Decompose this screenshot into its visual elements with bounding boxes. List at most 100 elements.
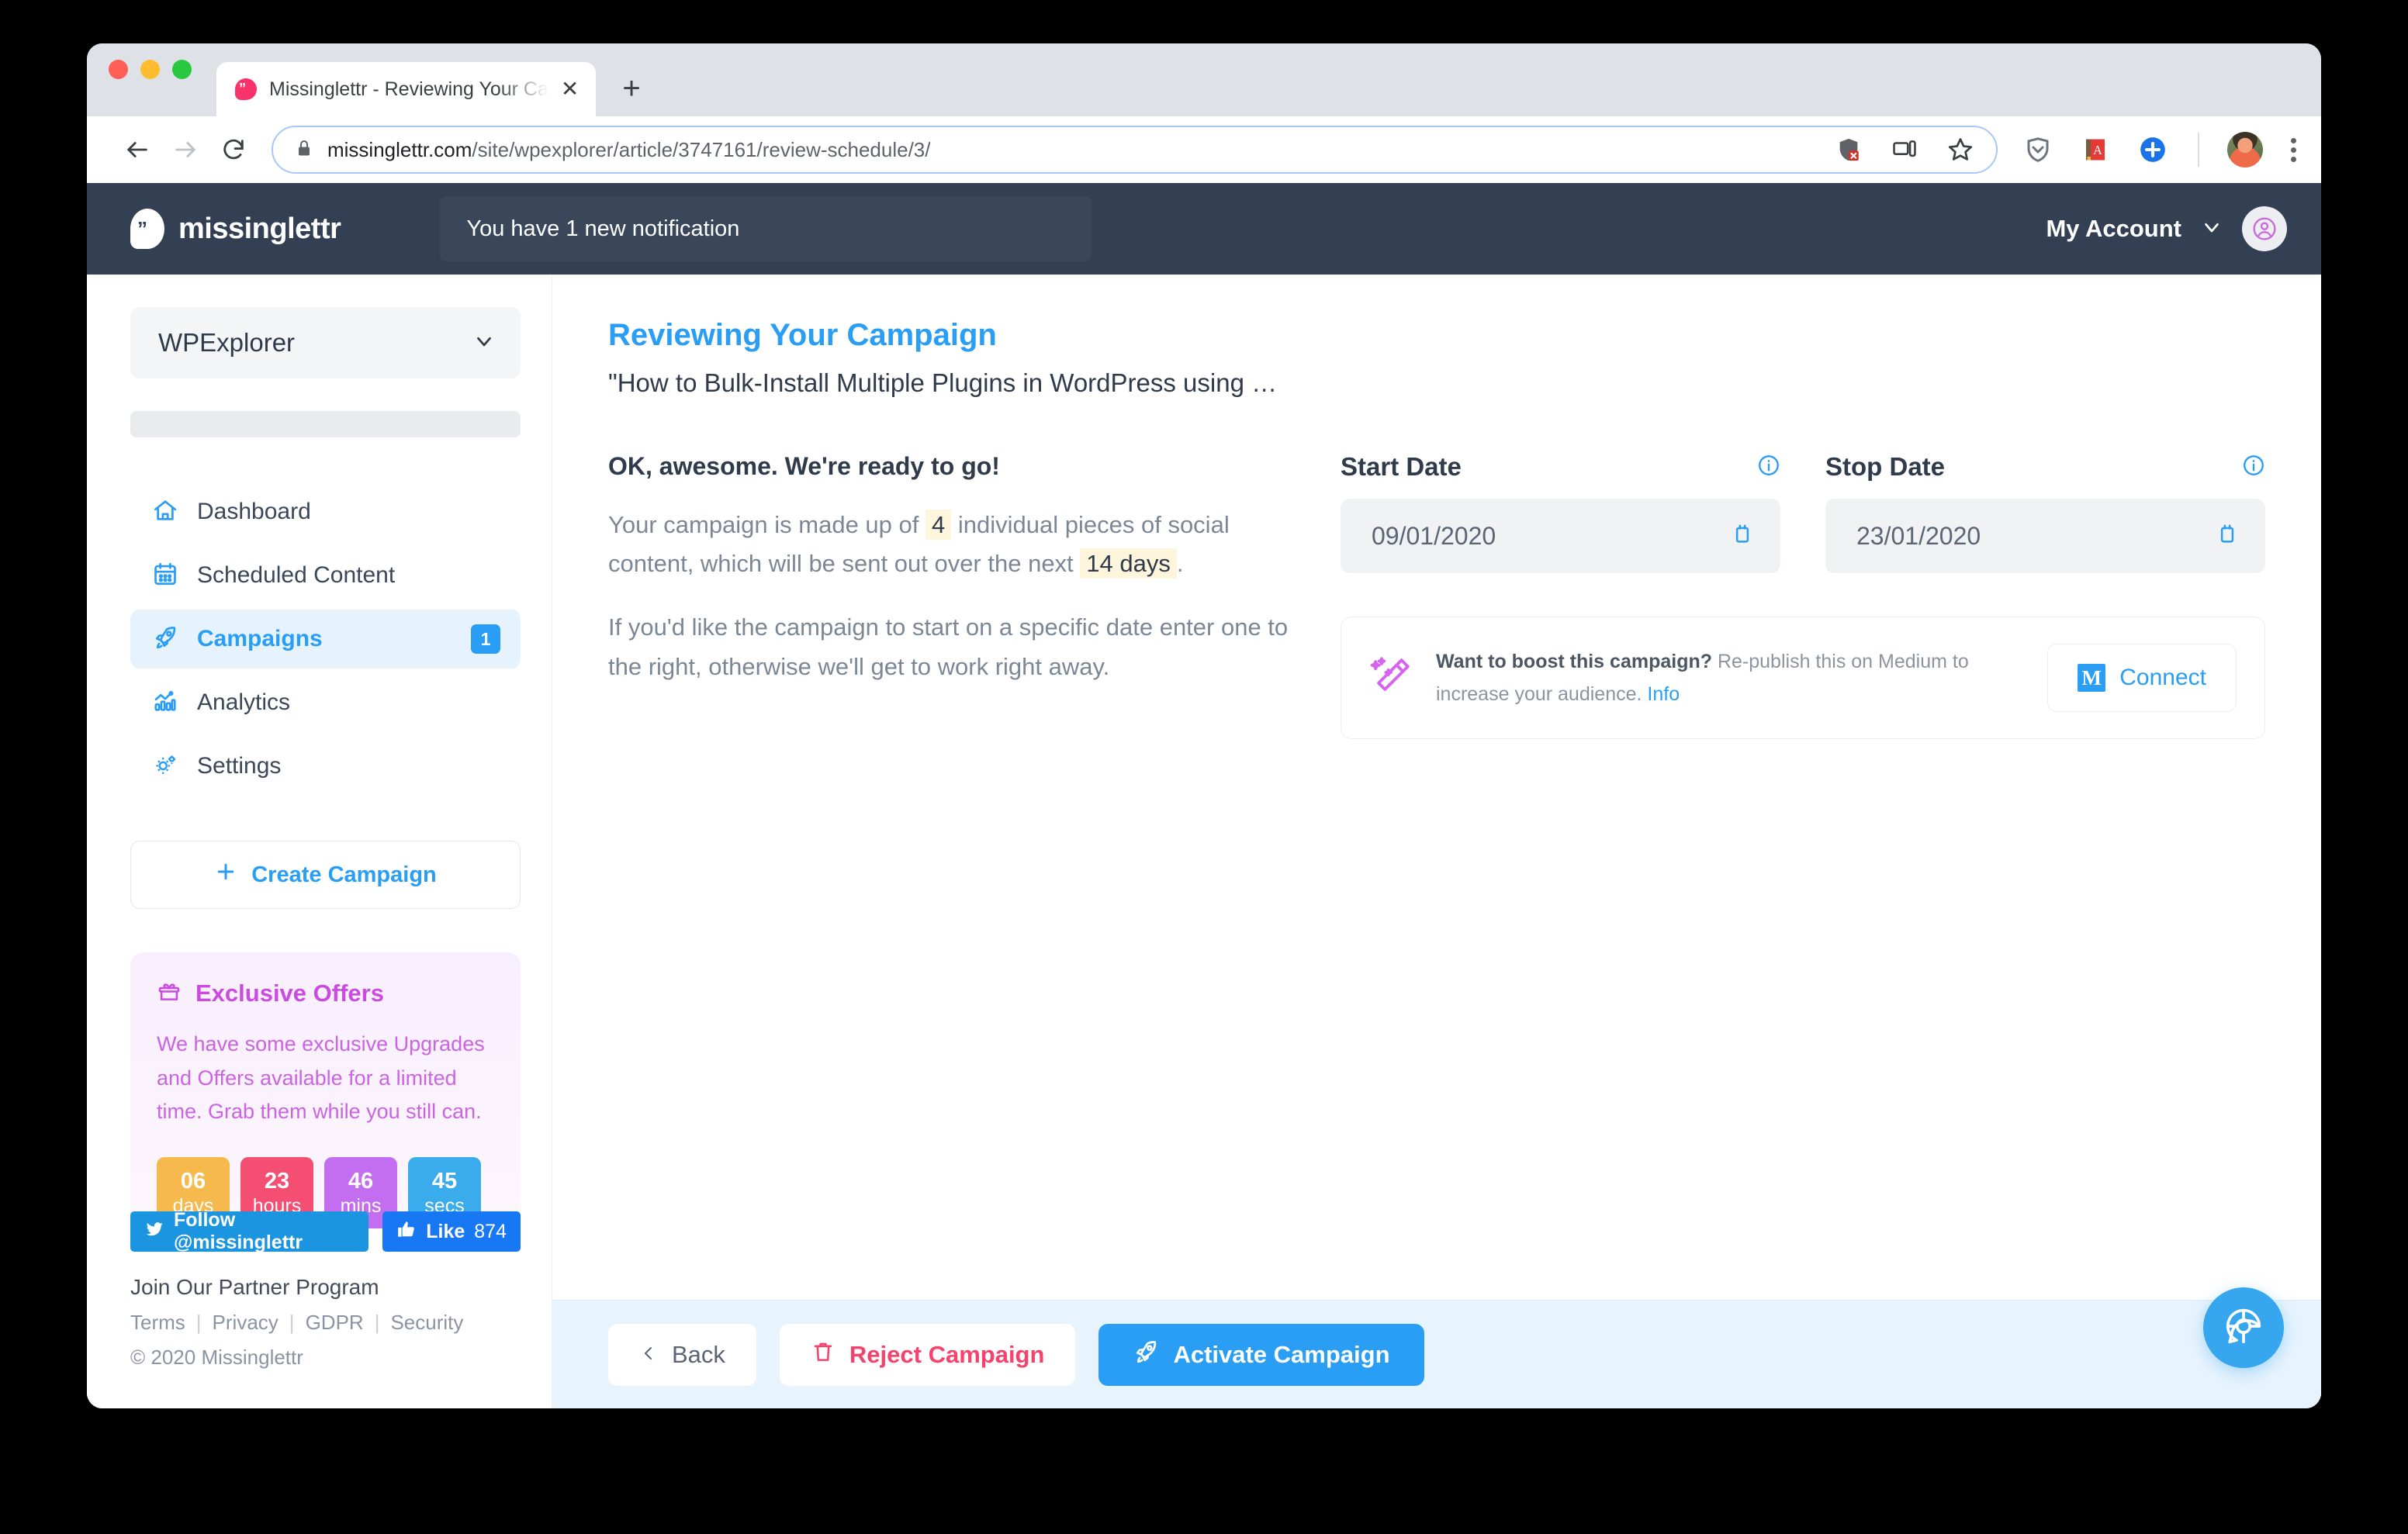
activate-campaign-button[interactable]: Activate Campaign: [1098, 1323, 1424, 1386]
profile-photo-avatar[interactable]: [2227, 132, 2263, 168]
calendar-icon[interactable]: [1731, 523, 1754, 550]
app-viewport: ” missinglettr You have 1 new notificati…: [87, 183, 2321, 1408]
sidebar-item-label: Dashboard: [197, 499, 311, 524]
shield-blocked-icon[interactable]: [1832, 133, 1866, 167]
lock-icon: [295, 138, 313, 162]
twitter-bird-icon: [144, 1219, 164, 1245]
sidebar-item-scheduled-content[interactable]: Scheduled Content: [130, 546, 521, 605]
cast-device-icon[interactable]: [1887, 133, 1922, 167]
content-left-column: OK, awesome. We're ready to go! Your cam…: [608, 452, 1291, 739]
plus-icon: [214, 860, 237, 890]
toolbar-divider: [2198, 133, 2199, 167]
boost-info-link[interactable]: Info: [1647, 683, 1680, 705]
app-body: WPExplorer Dashboard Scheduled Content C…: [87, 275, 2321, 1408]
avatar[interactable]: [2242, 206, 2287, 251]
url-domain: missinglettr.com: [327, 137, 472, 161]
legal-separator: |: [195, 1311, 202, 1335]
privacy-link[interactable]: Privacy: [213, 1311, 279, 1335]
close-tab-button[interactable]: ✕: [561, 78, 579, 100]
red-book-icon[interactable]: A: [2078, 133, 2112, 167]
countdown-value: 23: [264, 1169, 290, 1194]
pocket-shield-icon[interactable]: [2021, 133, 2055, 167]
sidebar: WPExplorer Dashboard Scheduled Content C…: [87, 275, 552, 1408]
campaigns-count-badge: 1: [471, 624, 500, 654]
legal-links: Terms | Privacy | GDPR | Security: [130, 1311, 521, 1335]
create-campaign-button[interactable]: Create Campaign: [130, 841, 521, 909]
info-circle-icon[interactable]: [2242, 454, 2265, 481]
medium-connect-button[interactable]: M Connect: [2047, 644, 2237, 712]
browser-tab[interactable]: ” Missinglettr - Reviewing Your Ca ✕: [216, 62, 597, 116]
stop-date-input[interactable]: 23/01/2020: [1825, 499, 2265, 573]
maximize-window-button[interactable]: [172, 59, 192, 79]
account-label: My Account: [2046, 215, 2181, 242]
new-tab-button[interactable]: +: [622, 73, 640, 104]
back-button[interactable]: Back: [608, 1323, 756, 1386]
support-chat-button[interactable]: [2203, 1287, 2284, 1368]
chevron-down-icon: [472, 330, 496, 357]
create-campaign-label: Create Campaign: [251, 862, 437, 887]
sidebar-footer: Join Our Partner Program Terms | Privacy |…: [130, 1275, 521, 1393]
sidebar-item-analytics[interactable]: Analytics: [130, 673, 521, 732]
svg-text:A: A: [2093, 143, 2102, 157]
three-dot-menu-icon[interactable]: [2286, 137, 2301, 162]
forward-arrow-icon[interactable]: [161, 126, 209, 174]
address-bar[interactable]: missinglettr.com/site/wpexplorer/article…: [272, 126, 1998, 174]
close-window-button[interactable]: [109, 59, 128, 79]
sidebar-item-dashboard[interactable]: Dashboard: [130, 482, 521, 541]
stop-date-field-group: Stop Date 23/01/2020: [1825, 452, 2265, 573]
reload-icon[interactable]: [209, 126, 258, 174]
social-buttons: Follow @missinglettr Like 874: [130, 1209, 521, 1253]
minimize-window-button[interactable]: [140, 59, 160, 79]
exclusive-offers-card: Exclusive Offers We have some exclusive …: [130, 952, 521, 1229]
star-icon[interactable]: [1943, 133, 1977, 167]
sidebar-placeholder-bar: [130, 411, 521, 437]
gears-icon: [152, 751, 178, 782]
terms-link[interactable]: Terms: [130, 1311, 185, 1335]
facebook-like-button[interactable]: Like 874: [382, 1211, 521, 1252]
stop-date-value: 23/01/2020: [1856, 521, 1981, 550]
facebook-like-label: Like: [426, 1220, 465, 1242]
activate-label: Activate Campaign: [1173, 1340, 1390, 1368]
legal-separator: |: [374, 1311, 380, 1335]
omnibox-actions: [1832, 133, 1985, 167]
site-selector[interactable]: WPExplorer: [130, 307, 521, 378]
start-date-input[interactable]: 09/01/2020: [1341, 499, 1780, 573]
countdown-value: 46: [348, 1169, 374, 1194]
facebook-like-count: 874: [474, 1220, 507, 1242]
copyright-text: © 2020 Missinglettr: [130, 1346, 303, 1370]
gdpr-link[interactable]: GDPR: [306, 1311, 364, 1335]
content-right-column: Start Date 09/01/2020 Stop Date 23/01/20…: [1341, 452, 2265, 739]
sidebar-item-settings[interactable]: Settings: [130, 737, 521, 796]
offers-body: We have some exclusive Upgrades and Offe…: [157, 1032, 485, 1124]
sidebar-item-campaigns[interactable]: Campaigns 1: [130, 610, 521, 669]
url-path: /site/wpexplorer/article/3747161/review-…: [472, 137, 931, 161]
date-fields-row: Start Date 09/01/2020 Stop Date 23/01/20…: [1341, 452, 2265, 573]
my-account-menu[interactable]: My Account: [2046, 206, 2287, 251]
lead-text: OK, awesome. We're ready to go!: [608, 452, 1000, 480]
reject-campaign-button[interactable]: Reject Campaign: [779, 1323, 1076, 1386]
boost-card-text: Want to boost this campaign? Re-publish …: [1436, 645, 2026, 710]
missinglettr-favicon-icon: ”: [235, 78, 257, 100]
info-circle-icon[interactable]: [1757, 454, 1780, 481]
calendar-icon[interactable]: [2216, 523, 2239, 550]
sidebar-item-label: Scheduled Content: [197, 562, 396, 588]
magic-wand-icon: [1369, 654, 1414, 703]
home-icon: [152, 497, 178, 527]
security-link[interactable]: Security: [390, 1311, 463, 1335]
start-date-value: 09/01/2020: [1372, 521, 1496, 550]
window-traffic-lights: [109, 43, 192, 116]
summary-text-a: Your campaign is made up of: [608, 511, 919, 538]
blue-plus-icon[interactable]: [2136, 133, 2170, 167]
twitter-follow-button[interactable]: Follow @missinglettr: [130, 1209, 369, 1253]
back-label: Back: [672, 1340, 725, 1368]
start-date-header: Start Date: [1341, 452, 1780, 482]
partner-program-link[interactable]: Join Our Partner Program: [130, 1275, 521, 1300]
site-selector-value: WPExplorer: [158, 328, 296, 357]
notification-banner[interactable]: You have 1 new notification: [440, 196, 1092, 261]
app-logo[interactable]: ” missinglettr: [130, 209, 341, 249]
stop-date-header: Stop Date: [1825, 452, 2265, 482]
app-header: ” missinglettr You have 1 new notificati…: [87, 183, 2321, 275]
campaign-summary-paragraph: Your campaign is made up of 4 individual…: [608, 506, 1291, 583]
back-arrow-icon[interactable]: [113, 126, 161, 174]
chevron-down-icon: [2200, 216, 2223, 243]
